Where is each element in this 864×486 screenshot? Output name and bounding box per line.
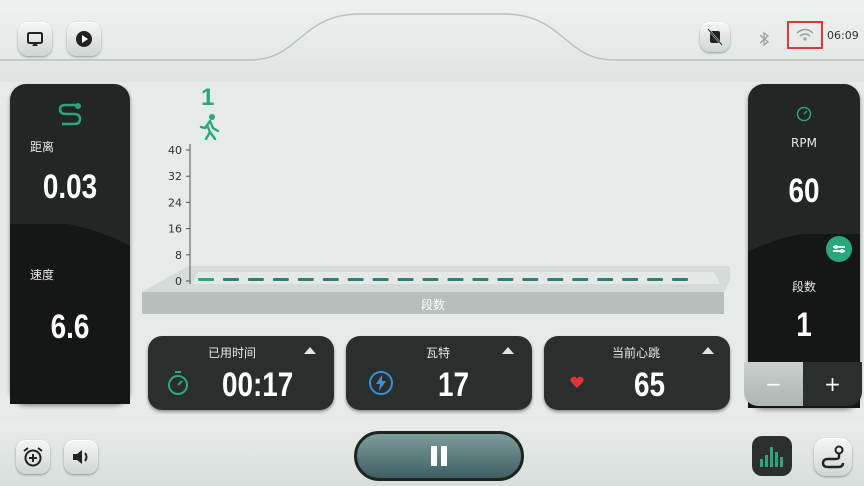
clock-time: 06:09 <box>827 29 859 42</box>
level-decrease-button[interactable]: − <box>744 362 803 406</box>
y-tick-label: 24 <box>168 196 182 209</box>
speed-value: 6.6 <box>50 308 90 346</box>
segment-bar <box>397 278 414 281</box>
bar-chart-icon <box>760 447 783 467</box>
segment-bar <box>347 278 364 281</box>
heart-rate-card[interactable]: 当前心跳 65 <box>544 336 730 410</box>
speaker-icon <box>73 450 88 464</box>
elapsed-time-card[interactable]: 已用时间 00:17 <box>148 336 334 410</box>
segment-bar <box>222 278 239 281</box>
gauge-icon <box>796 106 812 122</box>
watts-card[interactable]: 瓦特 17 <box>346 336 532 410</box>
segment-bar <box>672 278 688 281</box>
level-stepper: − + <box>744 362 862 406</box>
segment-bar <box>247 278 264 281</box>
distance-label: 距离 <box>30 140 55 154</box>
right-metrics-panel: RPM 60 段数 1 <box>748 84 860 408</box>
y-tick-label: 16 <box>168 223 182 236</box>
triangle-up-icon[interactable] <box>702 347 714 354</box>
elapsed-time-value: 00:17 <box>222 366 294 404</box>
segment-bar <box>372 278 389 281</box>
segment-chart: 0 8 16 24 32 40 段数 <box>142 144 730 314</box>
segment-bar <box>572 278 589 281</box>
segment-bar <box>547 278 564 281</box>
route-view-button[interactable] <box>814 438 852 476</box>
screen-cast-button[interactable] <box>18 22 52 56</box>
rpm-value: 60 <box>788 172 820 210</box>
elapsed-time-title: 已用时间 <box>208 346 257 360</box>
segment-bar <box>497 278 514 281</box>
screen-cast-icon <box>27 32 43 46</box>
x-axis-label: 段数 <box>421 297 445 312</box>
y-tick-label: 40 <box>168 144 182 157</box>
triangle-up-icon[interactable] <box>502 347 514 354</box>
segment-bar <box>422 278 439 281</box>
route-icon <box>58 103 82 126</box>
media-play-icon <box>76 31 92 47</box>
distance-value: 0.03 <box>42 168 98 206</box>
media-button[interactable] <box>67 22 101 56</box>
level-value: 1 <box>796 306 812 344</box>
sliders-icon <box>833 245 845 253</box>
pause-button[interactable] <box>354 431 524 481</box>
wifi-icon <box>796 28 814 41</box>
watts-title: 瓦特 <box>426 346 451 360</box>
level-increase-button[interactable]: + <box>803 362 862 406</box>
segment-bar <box>198 278 214 281</box>
left-metrics-panel: 距离 0.03 速度 6.6 <box>10 84 130 404</box>
watch-off-icon <box>707 28 723 46</box>
alarm-clock-icon <box>23 447 43 467</box>
heart-icon <box>570 376 584 388</box>
rpm-label: RPM <box>791 136 817 150</box>
y-tick-label: 32 <box>168 170 182 183</box>
level-settings-button[interactable] <box>826 236 852 262</box>
y-tick-label: 8 <box>175 249 182 262</box>
heart-rate-value: 65 <box>634 366 666 404</box>
segment-bar <box>447 278 464 281</box>
volume-button[interactable] <box>64 440 98 474</box>
stopwatch-icon <box>168 371 188 395</box>
power-bolt-icon <box>369 371 393 395</box>
device-status-button[interactable] <box>700 22 730 52</box>
segment-bar <box>297 278 314 281</box>
wifi-status-highlight[interactable] <box>787 21 823 49</box>
segment-bar <box>522 278 539 281</box>
y-tick-label: 0 <box>175 275 182 288</box>
segment-bar <box>597 278 614 281</box>
track-icon <box>821 445 845 469</box>
watts-value: 17 <box>438 366 470 404</box>
pause-icon <box>431 446 447 466</box>
heart-rate-title: 当前心跳 <box>612 346 661 360</box>
bluetooth-status[interactable] <box>754 26 774 52</box>
stats-view-button[interactable] <box>752 436 792 476</box>
alarm-button[interactable] <box>16 440 50 474</box>
segment-bar <box>647 278 664 281</box>
triangle-up-icon[interactable] <box>304 347 316 354</box>
segment-bar <box>622 278 639 281</box>
bluetooth-icon <box>759 31 770 47</box>
top-arc-decoration <box>0 13 864 61</box>
segment-bar <box>272 278 289 281</box>
speed-label: 速度 <box>30 268 55 282</box>
level-label: 段数 <box>791 280 816 294</box>
segment-bar <box>472 278 489 281</box>
segment-bar <box>322 278 339 281</box>
